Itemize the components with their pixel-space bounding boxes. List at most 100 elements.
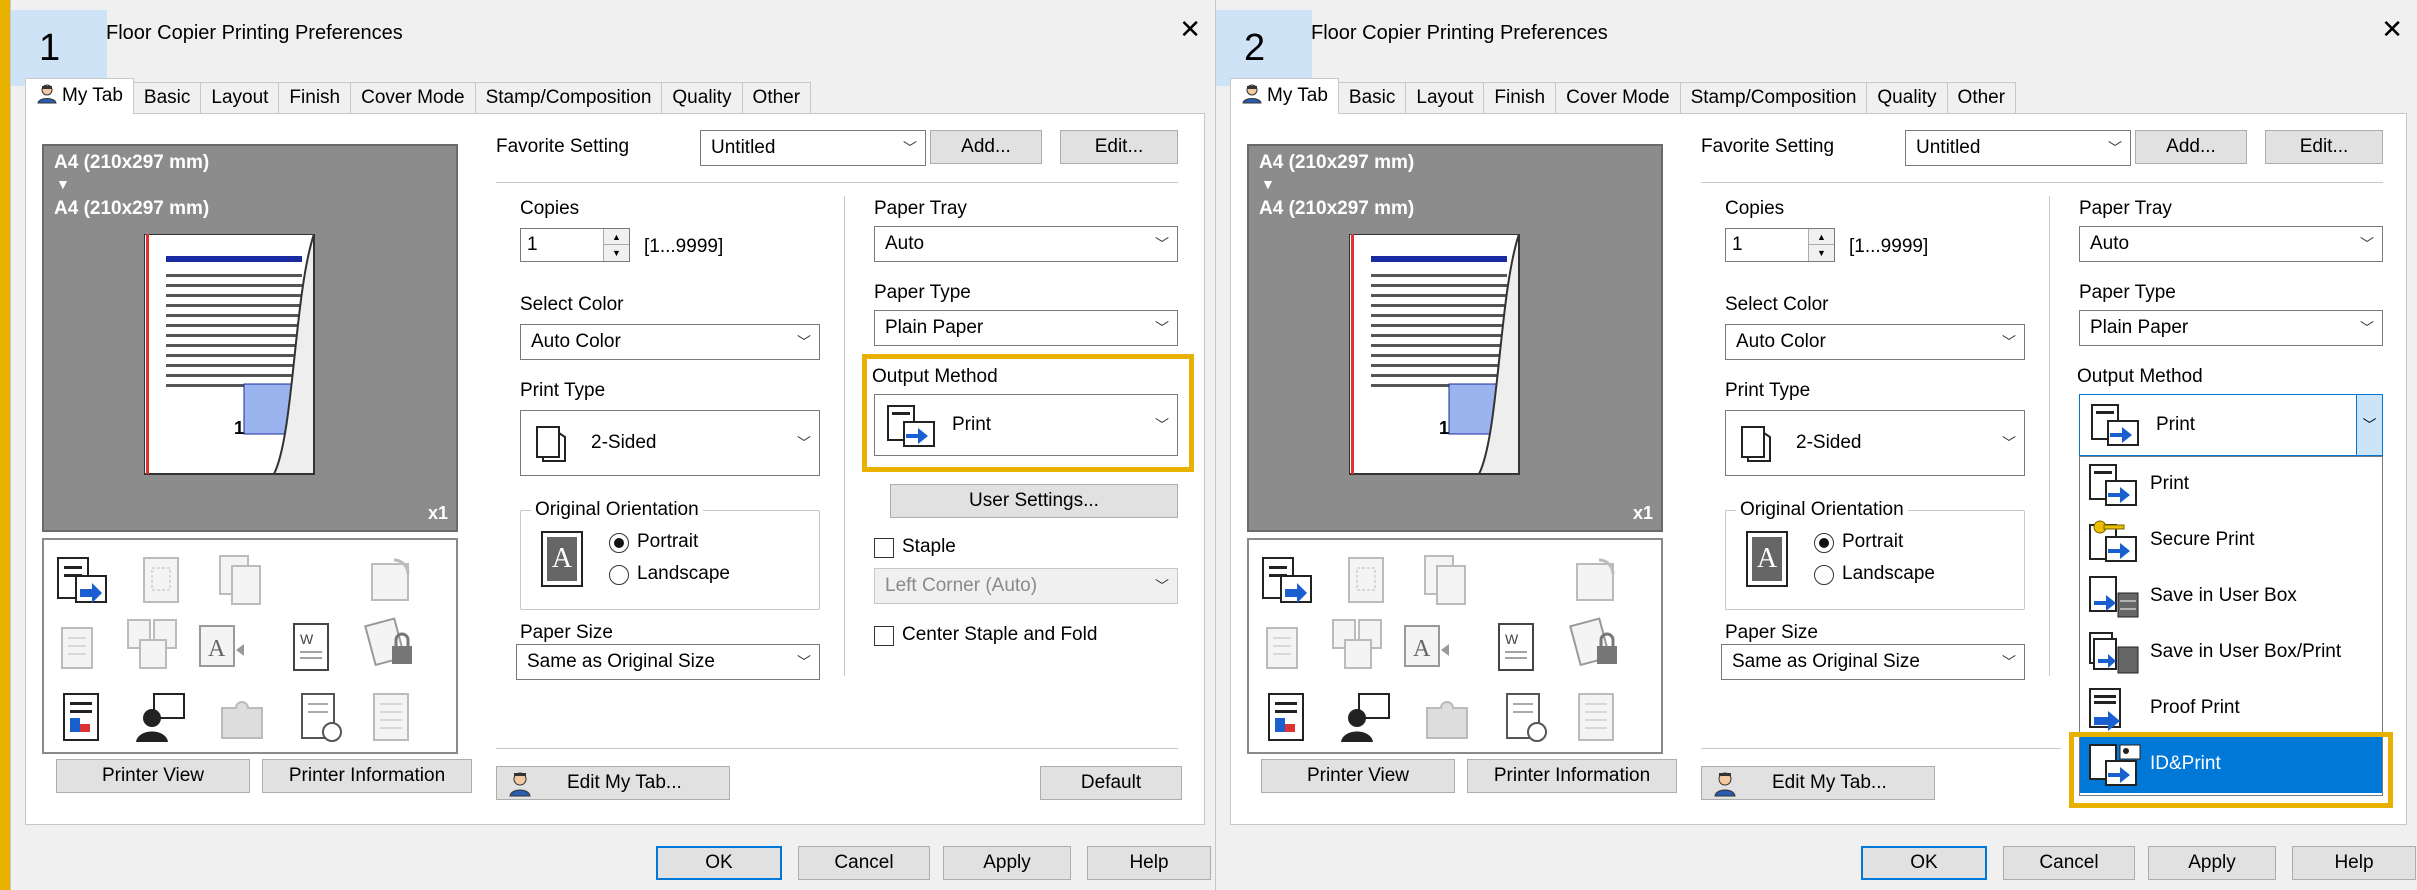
edit-favorite-button[interactable]: Edit...: [2265, 130, 2383, 164]
form-clock-icon[interactable]: [294, 690, 350, 746]
color-document-icon[interactable]: [54, 690, 110, 746]
tab-my-tab[interactable]: My Tab: [25, 78, 134, 114]
tab-basic[interactable]: Basic: [1337, 82, 1407, 114]
default-button[interactable]: Default: [1040, 766, 1182, 800]
select-color-dropdown[interactable]: Auto Color ﹀: [520, 324, 820, 360]
stack-icon[interactable]: [1569, 690, 1625, 746]
spin-up-icon[interactable]: ▲: [604, 229, 629, 245]
booklet-icon[interactable]: [54, 620, 110, 676]
puzzle-icon[interactable]: [1419, 690, 1475, 746]
text-a-icon[interactable]: A: [194, 620, 250, 676]
help-button[interactable]: Help: [2292, 846, 2416, 880]
spin-down-icon[interactable]: ▼: [1809, 245, 1834, 261]
rotate-icon[interactable]: [1569, 552, 1625, 608]
layout-icon[interactable]: [134, 552, 190, 608]
favorite-setting-dropdown[interactable]: Untitled ﹀: [1905, 130, 2131, 166]
tab-other[interactable]: Other: [1946, 82, 2017, 114]
tab-layout[interactable]: Layout: [200, 82, 280, 114]
tab-stamp-composition[interactable]: Stamp/Composition: [474, 82, 663, 114]
cancel-button[interactable]: Cancel: [2003, 846, 2135, 880]
spin-buttons[interactable]: ▲ ▼: [1808, 229, 1834, 261]
edit-my-tab-button[interactable]: Edit My Tab...: [1701, 766, 1935, 800]
cancel-button[interactable]: Cancel: [798, 846, 930, 880]
apply-button[interactable]: Apply: [2148, 846, 2276, 880]
add-favorite-button[interactable]: Add...: [930, 130, 1042, 164]
spin-down-icon[interactable]: ▼: [604, 245, 629, 261]
text-a-icon[interactable]: A: [1399, 620, 1455, 676]
paper-type-dropdown[interactable]: Plain Paper ﹀: [874, 310, 1178, 346]
output-print-icon[interactable]: [1259, 552, 1315, 608]
landscape-radio[interactable]: [1814, 565, 1834, 585]
center-staple-checkbox[interactable]: [874, 626, 894, 646]
staple-checkbox[interactable]: [874, 538, 894, 558]
tab-my-tab[interactable]: My Tab: [1230, 78, 1339, 114]
printer-view-button[interactable]: Printer View: [56, 759, 250, 793]
combination-icon[interactable]: [1329, 616, 1385, 672]
apply-button[interactable]: Apply: [943, 846, 1071, 880]
ok-button[interactable]: OK: [1861, 846, 1987, 880]
multi-page-icon[interactable]: [1419, 552, 1475, 608]
stack-icon[interactable]: [364, 690, 420, 746]
select-color-dropdown[interactable]: Auto Color ﹀: [1725, 324, 2025, 360]
help-button[interactable]: Help: [1087, 846, 1211, 880]
rotate-icon[interactable]: [364, 552, 420, 608]
layout-icon[interactable]: [1339, 552, 1395, 608]
secure-lock-icon[interactable]: [1569, 616, 1625, 672]
option-secure-print[interactable]: Secure Print: [2080, 513, 2382, 569]
landscape-label[interactable]: Landscape: [637, 563, 730, 585]
paper-tray-dropdown[interactable]: Auto ﹀: [874, 226, 1178, 262]
paper-type-dropdown[interactable]: Plain Paper ﹀: [2079, 310, 2383, 346]
watermark-icon[interactable]: W: [284, 620, 340, 676]
print-type-dropdown[interactable]: 2-Sided ﹀: [1725, 410, 2025, 476]
ok-button[interactable]: OK: [656, 846, 782, 880]
secure-lock-icon[interactable]: [364, 616, 420, 672]
edit-favorite-button[interactable]: Edit...: [1060, 130, 1178, 164]
user-settings-button[interactable]: User Settings...: [890, 484, 1178, 518]
tab-layout[interactable]: Layout: [1405, 82, 1485, 114]
option-print[interactable]: Print: [2080, 457, 2382, 513]
landscape-label[interactable]: Landscape: [1842, 563, 1935, 585]
booklet-icon[interactable]: [1259, 620, 1315, 676]
color-document-icon[interactable]: [1259, 690, 1315, 746]
printer-view-button[interactable]: Printer View: [1261, 759, 1455, 793]
add-favorite-button[interactable]: Add...: [2135, 130, 2247, 164]
combination-icon[interactable]: [124, 616, 180, 672]
copies-stepper[interactable]: 1 ▲ ▼: [1725, 228, 1835, 262]
portrait-radio[interactable]: [609, 533, 629, 553]
close-icon[interactable]: ✕: [1179, 16, 1201, 42]
puzzle-icon[interactable]: [214, 690, 270, 746]
copies-stepper[interactable]: 1 ▲ ▼: [520, 228, 630, 262]
tab-cover-mode[interactable]: Cover Mode: [350, 82, 476, 114]
paper-tray-dropdown[interactable]: Auto ﹀: [2079, 226, 2383, 262]
tab-basic[interactable]: Basic: [132, 82, 202, 114]
tab-cover-mode[interactable]: Cover Mode: [1555, 82, 1681, 114]
close-icon[interactable]: ✕: [2381, 16, 2403, 42]
user-auth-icon[interactable]: [1339, 690, 1395, 746]
output-method-dropdown[interactable]: Print ﹀: [2079, 394, 2383, 456]
user-auth-icon[interactable]: [134, 690, 190, 746]
portrait-label[interactable]: Portrait: [637, 531, 698, 553]
tab-finish[interactable]: Finish: [278, 82, 352, 114]
print-type-dropdown[interactable]: 2-Sided ﹀: [520, 410, 820, 476]
tab-other[interactable]: Other: [741, 82, 812, 114]
paper-size-dropdown[interactable]: Same as Original Size ﹀: [516, 644, 820, 680]
landscape-radio[interactable]: [609, 565, 629, 585]
option-proof-print[interactable]: Proof Print: [2080, 681, 2382, 737]
option-save-in-user-box[interactable]: Save in User Box: [2080, 569, 2382, 625]
tab-finish[interactable]: Finish: [1483, 82, 1557, 114]
printer-information-button[interactable]: Printer Information: [262, 759, 472, 793]
tab-quality[interactable]: Quality: [661, 82, 743, 114]
spin-buttons[interactable]: ▲ ▼: [603, 229, 629, 261]
favorite-setting-dropdown[interactable]: Untitled ﹀: [700, 130, 926, 166]
tab-quality[interactable]: Quality: [1866, 82, 1948, 114]
printer-information-button[interactable]: Printer Information: [1467, 759, 1677, 793]
multi-page-icon[interactable]: [214, 552, 270, 608]
chevron-down-icon[interactable]: ﹀: [2356, 395, 2382, 455]
paper-size-dropdown[interactable]: Same as Original Size ﹀: [1721, 644, 2025, 680]
portrait-label[interactable]: Portrait: [1842, 531, 1903, 553]
watermark-icon[interactable]: W: [1489, 620, 1545, 676]
edit-my-tab-button[interactable]: Edit My Tab...: [496, 766, 730, 800]
portrait-radio[interactable]: [1814, 533, 1834, 553]
output-print-icon[interactable]: [54, 552, 110, 608]
option-save-in-user-box-print[interactable]: Save in User Box/Print: [2080, 625, 2382, 681]
